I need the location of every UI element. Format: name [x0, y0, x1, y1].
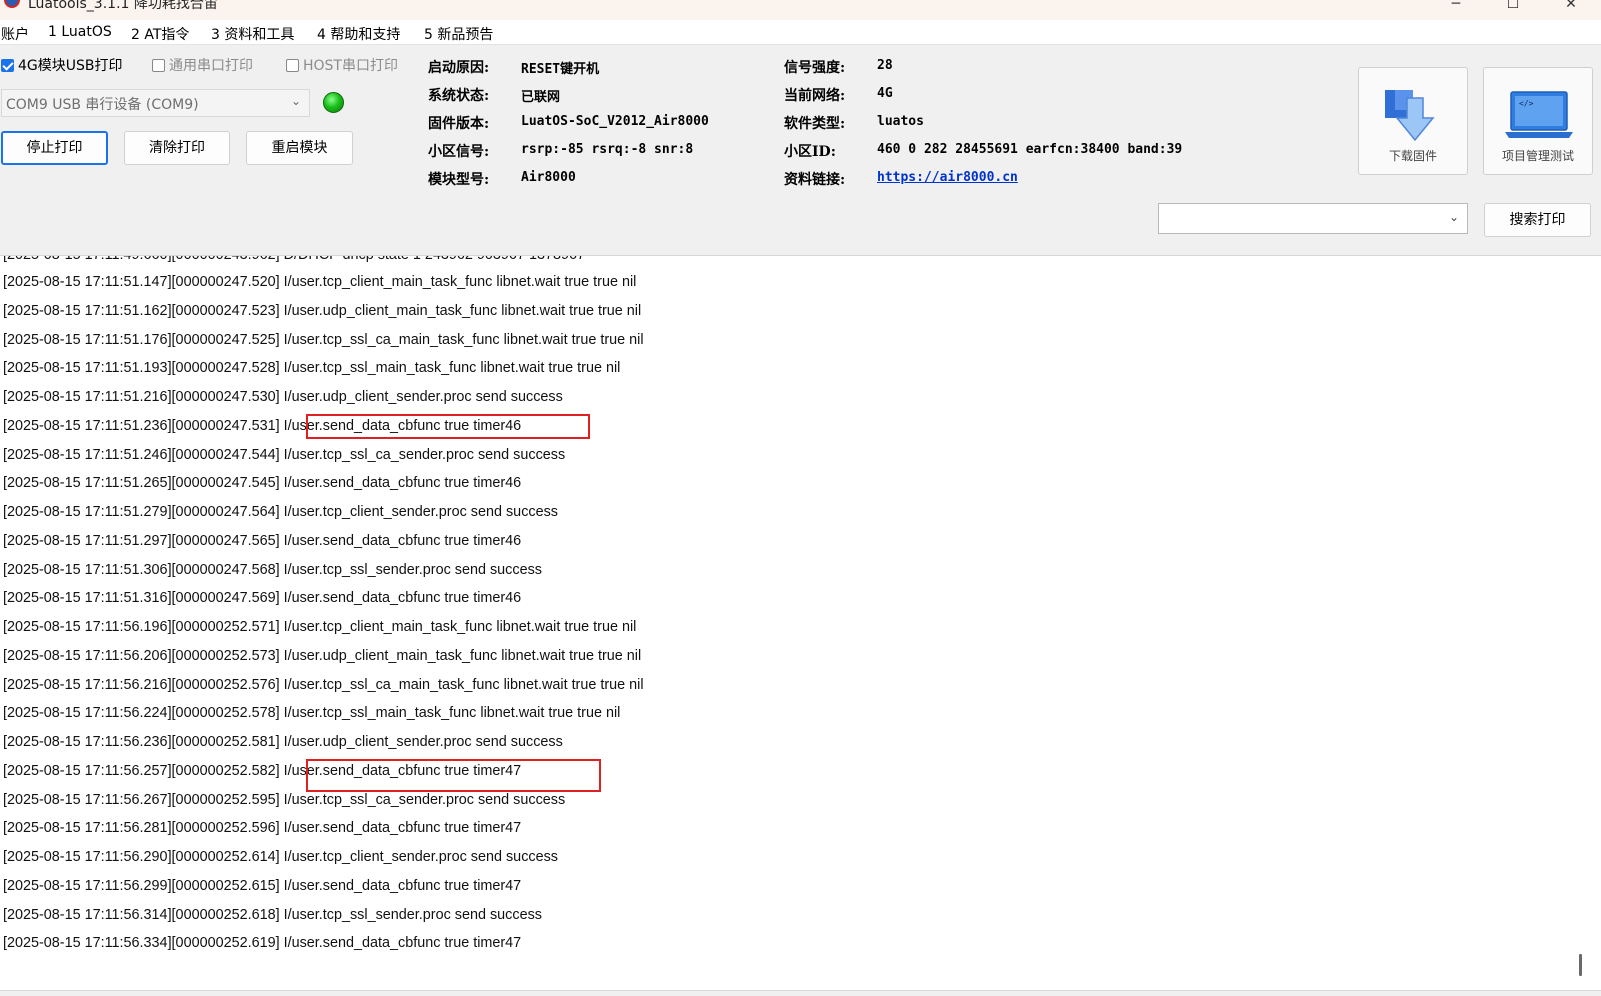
menu-help-support[interactable]: 4 帮助和支持	[317, 24, 400, 44]
project-test-label: 项目管理测试	[1501, 149, 1574, 163]
search-input[interactable]: ⌄	[1158, 203, 1468, 234]
host-print-label: HOST串口打印	[303, 58, 398, 74]
search-print-button[interactable]: 搜索打印	[1484, 203, 1591, 237]
current-network-label: 当前网络:	[784, 88, 846, 104]
current-network-value: 4G	[877, 86, 893, 101]
host-print-checkbox[interactable]: HOST串口打印	[286, 55, 398, 75]
log-line: [2025-08-15 17:11:56.299][000000252.615]…	[3, 877, 522, 894]
menu-at-commands[interactable]: 2 AT指令	[131, 24, 189, 44]
stop-print-button[interactable]: 停止打印	[1, 131, 108, 165]
log-line: [2025-08-15 17:11:56.216][000000252.576]…	[3, 676, 644, 693]
log-line: [2025-08-15 17:11:56.334][000000252.619]…	[3, 935, 522, 952]
highlight-box	[306, 413, 590, 439]
system-status-value: 已联网	[521, 90, 561, 105]
app-icon	[4, 0, 20, 8]
signal-strength-label: 信号强度:	[784, 60, 846, 76]
download-firmware-button[interactable]: 下载固件	[1358, 67, 1468, 175]
title-bar: Luatools_3.1.1 降功耗找合宙 ─ ☐ ✕	[0, 0, 1601, 20]
svg-text:</>: </>	[1519, 99, 1534, 108]
log-line: [2025-08-15 17:11:51.193][000000247.528]…	[3, 360, 621, 377]
resource-link[interactable]: https://air8000.cn	[877, 170, 1018, 185]
highlight-box	[306, 758, 601, 792]
checkbox-unchecked-icon	[286, 58, 299, 72]
port-select[interactable]: COM9 USB 串行设备 (COM9) ⌄	[1, 89, 310, 117]
usb-print-label: 4G模块USB打印	[18, 58, 123, 74]
boot-reason-label: 启动原因:	[428, 60, 490, 76]
log-line: [2025-08-15 17:11:51.265][000000247.545]…	[3, 475, 522, 492]
minimize-icon[interactable]: ─	[1446, 0, 1466, 14]
log-line: [2025-08-15 17:11:56.290][000000252.614]…	[3, 849, 558, 865]
boot-reason-value: RESET键开机	[521, 62, 600, 77]
chevron-down-icon: ⌄	[290, 94, 301, 108]
firmware-value: LuatOS-SoC_V2012_Air8000	[521, 114, 709, 129]
checkbox-checked-icon	[1, 58, 14, 72]
log-line: [2025-08-15 17:11:56.206][000000252.573]…	[3, 647, 642, 664]
log-line: [2025-08-15 17:11:51.162][000000247.523]…	[3, 302, 642, 319]
log-line: [2025-08-15 17:11:51.176][000000247.525]…	[3, 331, 644, 348]
download-firmware-icon	[1385, 90, 1435, 142]
log-output[interactable]: [2025-08-15 17:11:49.660][000000243.962]…	[0, 255, 1601, 996]
firmware-label: 固件版本:	[428, 116, 490, 132]
port-select-value: COM9 USB 串行设备 (COM9)	[6, 97, 199, 113]
restart-module-button[interactable]: 重启模块	[246, 131, 353, 165]
log-line: [2025-08-15 17:11:56.224][000000252.578]…	[3, 705, 621, 722]
log-line: [2025-08-15 17:11:51.306][000000247.568]…	[3, 561, 542, 578]
log-line: [2025-08-15 17:11:56.267][000000252.595]…	[3, 791, 566, 808]
menu-new-products[interactable]: 5 新品预告	[424, 24, 493, 44]
menu-resources-tools[interactable]: 3 资料和工具	[211, 24, 294, 44]
log-line: [2025-08-15 17:11:51.279][000000247.564]…	[3, 504, 558, 520]
scrollbar-thumb[interactable]	[1579, 954, 1582, 976]
uart-print-checkbox[interactable]: 通用串口打印	[152, 55, 253, 75]
usb-print-checkbox[interactable]: 4G模块USB打印	[1, 55, 123, 75]
log-line: [2025-08-15 17:11:56.196][000000252.571]…	[3, 619, 637, 635]
cell-id-label: 小区ID:	[784, 144, 836, 160]
cell-id-value: 460 0 282 28455691 earfcn:38400 band:39	[877, 142, 1183, 157]
log-line: [2025-08-15 17:11:51.147][000000247.520]…	[3, 274, 637, 290]
menu-bar: 账户 1 LuatOS 2 AT指令 3 资料和工具 4 帮助和支持 5 新品预…	[0, 20, 1601, 45]
chevron-down-icon: ⌄	[1448, 210, 1459, 224]
menu-account[interactable]: 账户	[1, 24, 29, 44]
close-icon[interactable]: ✕	[1561, 0, 1581, 14]
project-test-button[interactable]: </> 项目管理测试	[1483, 67, 1593, 175]
signal-strength-value: 28	[877, 58, 893, 73]
log-line-partial: [2025-08-15 17:11:49.660][000000243.962]…	[3, 255, 585, 263]
maximize-icon[interactable]: ☐	[1503, 0, 1523, 14]
resource-link-label: 资料链接:	[784, 172, 846, 188]
control-panel: 4G模块USB打印 通用串口打印 HOST串口打印 COM9 USB 串行设备 …	[0, 45, 1601, 255]
menu-luatos[interactable]: 1 LuatOS	[48, 24, 112, 40]
clear-print-button[interactable]: 清除打印	[124, 131, 230, 165]
log-line: [2025-08-15 17:11:51.246][000000247.544]…	[3, 446, 566, 463]
module-model-label: 模块型号:	[428, 172, 490, 188]
log-line: [2025-08-15 17:11:56.236][000000252.581]…	[3, 734, 563, 750]
module-model-value: Air8000	[521, 170, 576, 185]
window-bottom-edge	[0, 990, 1601, 996]
window-title: Luatools_3.1.1 降功耗找合宙	[28, 0, 218, 12]
download-firmware-label: 下载固件	[1388, 149, 1437, 163]
log-line: [2025-08-15 17:11:51.316][000000247.569]…	[3, 590, 522, 607]
log-line: [2025-08-15 17:11:51.297][000000247.565]…	[3, 532, 522, 549]
laptop-code-icon: </>	[1505, 91, 1573, 138]
software-type-value: luatos	[877, 114, 924, 129]
log-line: [2025-08-15 17:11:56.314][000000252.618]…	[3, 906, 542, 923]
uart-print-label: 通用串口打印	[169, 58, 253, 74]
cell-signal-value: rsrp:-85 rsrq:-8 snr:8	[521, 142, 694, 157]
cell-signal-label: 小区信号:	[428, 144, 490, 160]
checkbox-unchecked-icon	[152, 58, 165, 72]
log-line: [2025-08-15 17:11:56.281][000000252.596]…	[3, 820, 522, 837]
system-status-label: 系统状态:	[428, 88, 490, 104]
software-type-label: 软件类型:	[784, 116, 846, 132]
connection-status-led-icon	[323, 92, 344, 113]
log-line: [2025-08-15 17:11:51.216][000000247.530]…	[3, 389, 563, 405]
